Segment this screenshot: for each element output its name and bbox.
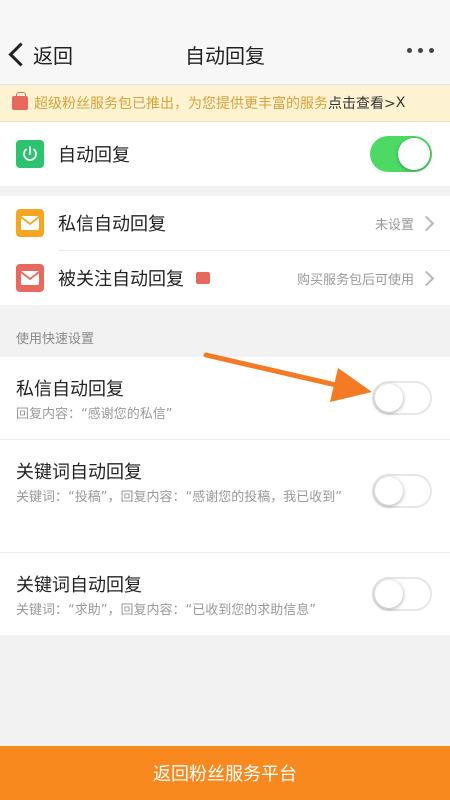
return-platform-button[interactable]: 返回粉丝服务平台 [0,746,450,800]
annotation-arrow [203,352,372,402]
